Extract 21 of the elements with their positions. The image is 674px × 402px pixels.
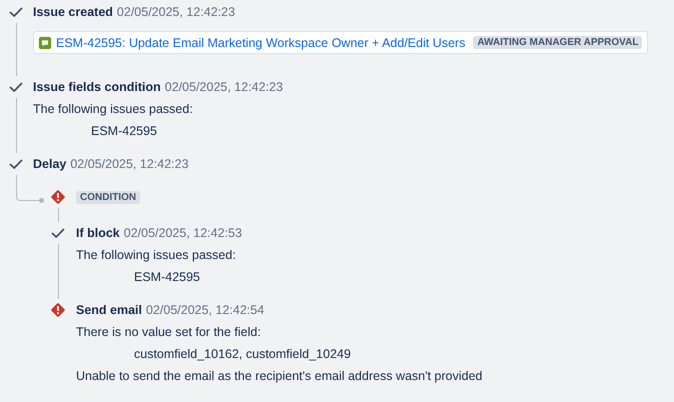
status-lozenge: AWAITING MANAGER APPROVAL — [473, 36, 642, 49]
step-title: Send email — [76, 303, 142, 317]
timestamp: 02/05/2025, 12:42:54 — [146, 303, 264, 317]
step-title: Issue created — [33, 5, 113, 19]
message-text: The following issues passed: — [76, 247, 237, 264]
step-title: If block — [76, 226, 120, 240]
message-text: Unable to send the email as the recipient's email address wasn't provided — [76, 368, 484, 385]
step-title: Delay — [33, 157, 66, 171]
timestamp: 02/05/2025, 12:42:53 — [124, 226, 242, 240]
timestamp: 02/05/2025, 12:42:23 — [116, 5, 236, 19]
message-text: There is no value set for the field: — [76, 324, 262, 341]
issue-link[interactable]: ESM-42595: Update Email Marketing Workspace Owner + Add/Edit Users — [56, 36, 466, 50]
step-title: Issue fields condition — [33, 80, 161, 94]
issue-type-icon — [38, 36, 52, 50]
detail-value: ESM-42595 — [90, 123, 158, 140]
timestamp: 02/05/2025, 12:42:23 — [164, 80, 283, 94]
detail-value: customfield_10162, customfield_10249 — [133, 346, 352, 363]
message-text: The following issues passed: — [33, 101, 194, 118]
timestamp: 02/05/2025, 12:42:23 — [70, 157, 189, 171]
detail-value: ESM-42595 — [133, 269, 202, 286]
condition-label: CONDITION — [76, 190, 140, 204]
